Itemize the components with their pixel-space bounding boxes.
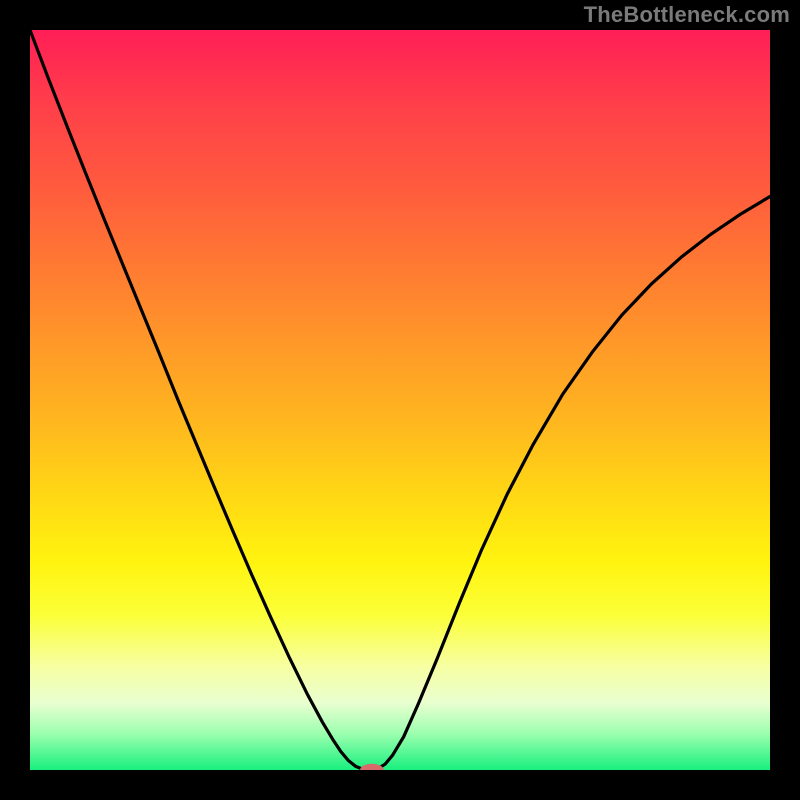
chart-frame: TheBottleneck.com [0, 0, 800, 800]
bottleneck-curve [30, 30, 770, 770]
plot-area [30, 30, 770, 770]
optimal-point-marker [360, 764, 384, 770]
chart-svg [30, 30, 770, 770]
watermark-text: TheBottleneck.com [584, 2, 790, 28]
